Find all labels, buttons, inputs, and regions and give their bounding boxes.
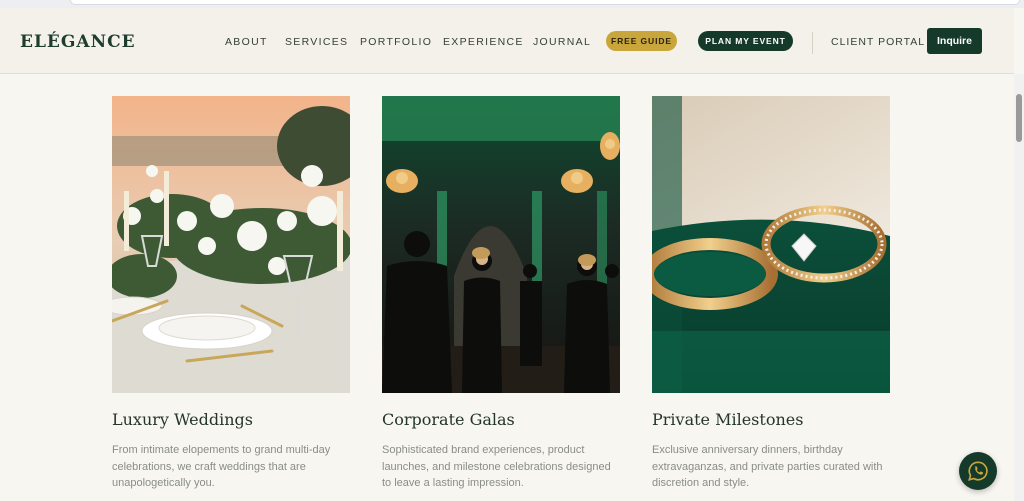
site-header: ELÉGANCE ABOUT SERVICES PORTFOLIO EXPERI…	[0, 8, 1014, 74]
service-title: Luxury Weddings	[112, 410, 253, 429]
service-card-galas[interactable]: Corporate Galas Sophisticated brand expe…	[382, 96, 620, 492]
plan-my-event-button[interactable]: PLAN MY EVENT	[698, 31, 793, 51]
service-card-weddings[interactable]: Luxury Weddings From intimate elopements…	[112, 96, 350, 492]
nav-journal[interactable]: JOURNAL	[533, 36, 591, 48]
wedding-table-image	[112, 96, 350, 393]
wedding-rings-image	[652, 96, 890, 393]
page-scrollbar[interactable]	[1014, 74, 1024, 501]
nav-experience[interactable]: EXPERIENCE	[443, 36, 524, 48]
service-description: Exclusive anniversary dinners, birthday …	[652, 444, 883, 489]
browser-chrome-edge	[0, 0, 1024, 8]
whatsapp-chat-button[interactable]	[959, 452, 997, 490]
brand-logo[interactable]: ELÉGANCE	[20, 32, 136, 52]
service-description: Sophisticated brand experiences, product…	[382, 444, 611, 489]
service-card-milestones[interactable]: Private Milestones Exclusive anniversary…	[652, 96, 890, 492]
gala-ballroom-image	[382, 96, 620, 393]
service-title: Private Milestones	[652, 410, 804, 429]
nav-services[interactable]: SERVICES	[285, 36, 348, 48]
scrollbar-thumb[interactable]	[1016, 94, 1022, 142]
inquire-button[interactable]: Inquire	[927, 28, 982, 54]
free-guide-button[interactable]: FREE GUIDE	[606, 31, 677, 51]
nav-divider	[812, 32, 813, 54]
nav-portfolio[interactable]: PORTFOLIO	[360, 36, 432, 48]
service-title: Corporate Galas	[382, 410, 515, 429]
whatsapp-icon	[968, 461, 988, 481]
nav-about[interactable]: ABOUT	[225, 36, 268, 48]
service-description: From intimate elopements to grand multi-…	[112, 444, 331, 489]
address-bar-edge	[70, 0, 1020, 5]
client-portal-link[interactable]: CLIENT PORTAL	[831, 36, 925, 48]
